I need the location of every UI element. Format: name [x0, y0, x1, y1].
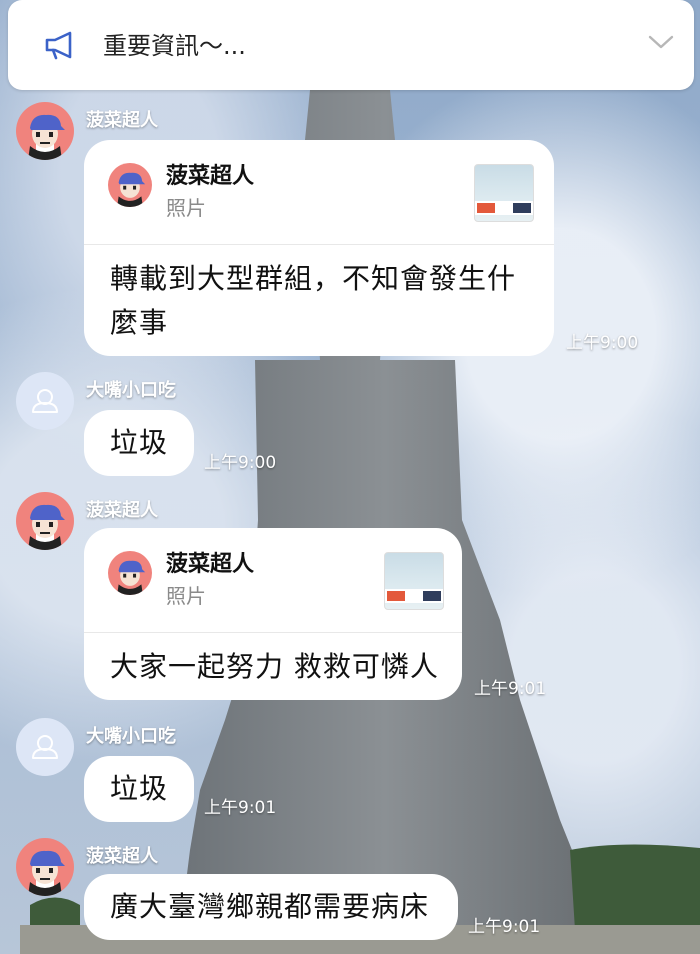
avatar[interactable] — [16, 102, 74, 160]
cartoon-avatar-icon — [28, 504, 65, 550]
message-bubble[interactable]: 垃圾 — [84, 756, 194, 822]
message-bubble[interactable]: 菠菜超人 照片 大家一起努力 救救可憐人 — [84, 528, 462, 700]
message-bubble[interactable]: 菠菜超人 照片 轉載到大型群組，不知會發生什 麼事 — [84, 140, 554, 356]
timestamp: 上午9:00 — [566, 333, 639, 353]
avatar[interactable] — [16, 718, 74, 776]
avatar[interactable] — [16, 372, 74, 430]
cartoon-avatar-icon — [117, 560, 146, 595]
cartoon-avatar-icon — [117, 172, 146, 207]
default-user-icon — [32, 389, 58, 413]
message-text-line: 轉載到大型群組，不知會發生什 — [110, 262, 517, 295]
quoted-message[interactable]: 菠菜超人 照片 — [84, 528, 462, 633]
quoted-message-type: 照片 — [166, 584, 206, 608]
message-text-line: 麼事 — [110, 306, 169, 339]
cartoon-avatar-icon — [28, 114, 65, 160]
sender-name: 大嘴小口吃 — [86, 726, 176, 747]
sender-name: 菠菜超人 — [86, 110, 158, 131]
quoted-message-type: 照片 — [166, 196, 206, 220]
sender-name: 大嘴小口吃 — [86, 380, 176, 401]
message-bubble[interactable]: 垃圾 — [84, 410, 194, 476]
default-user-icon — [32, 735, 58, 759]
announcement-bar[interactable]: 重要資訊～... — [8, 0, 694, 90]
timestamp: 上午9:01 — [204, 798, 277, 818]
avatar[interactable] — [16, 492, 74, 550]
megaphone-icon — [45, 31, 72, 60]
message-bubble[interactable]: 廣大臺灣鄉親都需要病床 — [84, 874, 458, 940]
cartoon-avatar-icon — [28, 850, 65, 896]
message-text: 大家一起努力 救救可憐人 — [110, 650, 439, 683]
photo-thumbnail[interactable] — [384, 552, 444, 610]
timestamp: 上午9:00 — [204, 453, 277, 473]
quoted-message[interactable]: 菠菜超人 照片 — [84, 140, 554, 245]
avatar[interactable] — [16, 838, 74, 896]
timestamp: 上午9:01 — [468, 917, 541, 937]
sender-name: 菠菜超人 — [86, 500, 158, 521]
sender-name: 菠菜超人 — [86, 846, 158, 867]
chevron-down-icon[interactable] — [648, 34, 674, 50]
message-text: 廣大臺灣鄉親都需要病床 — [110, 890, 430, 923]
quoted-sender-name: 菠菜超人 — [166, 552, 255, 577]
timestamp: 上午9:01 — [474, 679, 547, 699]
message-text: 垃圾 — [110, 772, 169, 805]
avatar — [108, 551, 152, 595]
avatar — [108, 163, 152, 207]
photo-thumbnail[interactable] — [474, 164, 534, 222]
announcement-text: 重要資訊～... — [103, 32, 246, 60]
message-text: 垃圾 — [110, 426, 169, 459]
quoted-sender-name: 菠菜超人 — [166, 164, 255, 189]
